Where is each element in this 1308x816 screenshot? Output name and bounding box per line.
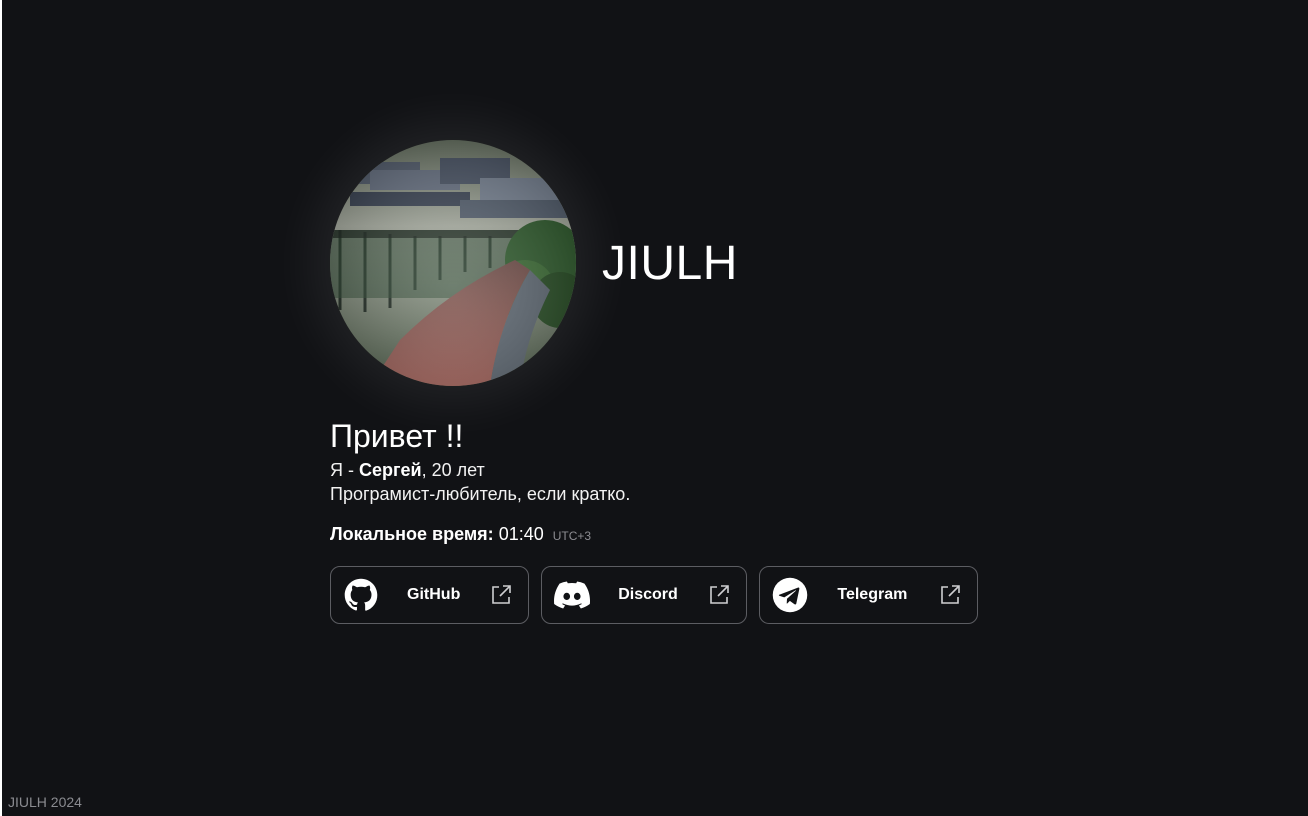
greeting-heading: Привет !!	[330, 418, 464, 454]
intro-age: , 20 лет	[421, 460, 485, 480]
local-time-label: Локальное время:	[330, 524, 494, 544]
local-time-zone: UTC+3	[552, 529, 592, 543]
telegram-link-button[interactable]: Telegram	[758, 566, 978, 624]
telegram-label: Telegram	[837, 586, 908, 603]
site-title: JIULH	[602, 236, 738, 290]
telegram-icon	[772, 577, 808, 613]
external-link-icon	[706, 582, 732, 608]
avatar	[330, 140, 576, 386]
discord-icon	[554, 577, 591, 613]
intro-line-name: Я - Сергей, 20 лет	[330, 458, 990, 482]
page: JIULH Привет !! Я - Сергей, 20 лет Прогр…	[0, 0, 1308, 816]
local-time-value: 01:40	[498, 524, 544, 544]
discord-link-button[interactable]: Discord	[541, 566, 747, 624]
github-label: GitHub	[407, 586, 461, 603]
github-icon	[343, 577, 379, 613]
external-link-icon	[488, 582, 514, 608]
intro-line-description: Програмист-любитель, если кратко.	[330, 484, 631, 504]
intro-prefix: Я -	[330, 460, 359, 480]
profile-card: JIULH Привет !! Я - Сергей, 20 лет Прогр…	[330, 140, 990, 624]
discord-label: Discord	[618, 586, 678, 603]
intro-name: Сергей	[359, 460, 422, 480]
github-link-button[interactable]: GitHub	[330, 566, 530, 624]
external-link-icon	[937, 582, 963, 608]
social-links: GitHub Discord Telegram	[330, 566, 990, 624]
local-time: Локальное время: 01:40 UTC+3	[330, 522, 990, 548]
avatar-glow	[330, 140, 576, 386]
footer-text: JIULH 2024	[8, 794, 82, 810]
profile-header: JIULH	[330, 140, 990, 386]
